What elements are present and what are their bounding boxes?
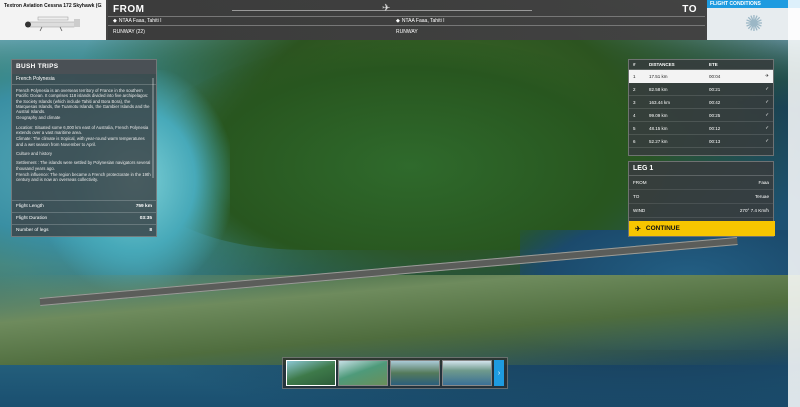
leg-row[interactable]: 3 163.44 km 00:42 ✓: [629, 96, 773, 109]
trip-description[interactable]: French Polynesia is an overseas territor…: [12, 85, 156, 196]
route-plane-icon: ✈: [382, 3, 391, 14]
trip-subtitle: French Polynesia: [12, 74, 156, 85]
scenery-shore: [0, 275, 800, 365]
continue-button[interactable]: ✈ CONTINUE: [629, 221, 775, 236]
leg-row[interactable]: 2 82.58 km 00:21 ✓: [629, 83, 773, 96]
trip-paragraph: French Polynesia is an overseas territor…: [16, 88, 150, 115]
screenshot-carousel: ›: [282, 357, 508, 389]
airport-row: ◆ NTAA Faaa, Tahiti I ◆ NTAA Faaa, Tahiti …: [108, 16, 705, 26]
check-icon: ✓: [765, 138, 769, 143]
trip-paragraph: Location: Situated some 6,000 km east of…: [16, 124, 149, 136]
trip-stats: Flight Length 759 km Flight Duration 03:…: [12, 200, 156, 236]
leg-from-row: FROM Faaa: [629, 176, 773, 190]
carousel-thumbnail[interactable]: [286, 360, 336, 386]
aircraft-icon: [25, 16, 80, 32]
flight-conditions-button[interactable]: FLIGHT CONDITIONS ✺: [705, 0, 800, 40]
from-airport[interactable]: ◆ NTAA Faaa, Tahiti I: [113, 18, 161, 24]
carousel-thumbnail[interactable]: [442, 360, 492, 386]
stat-flight-duration: Flight Duration 03:35: [12, 212, 156, 224]
leg-to-row: TO Teruae: [629, 190, 773, 204]
plane-icon: ✈: [765, 73, 769, 78]
description-scrollbar[interactable]: [152, 78, 154, 178]
aircraft-selector[interactable]: Textron Aviation Cessna 172 Skyhawk (G1: [0, 0, 108, 40]
leg-title: LEG 1: [629, 162, 773, 176]
runway-row: RUNWAY (22) RUNWAY: [108, 28, 705, 38]
legs-table-header: # DISTANCES ETE: [629, 60, 773, 70]
sun-icon: ✺: [744, 11, 764, 36]
flight-conditions-label: FLIGHT CONDITIONS: [707, 0, 800, 8]
check-icon: ✓: [765, 99, 769, 104]
trip-info-panel: BUSH TRIPS French Polynesia French Polyn…: [11, 59, 157, 237]
route-header: Textron Aviation Cessna 172 Skyhawk (G1 …: [0, 0, 800, 40]
leg-wind-row: WIND 270° 7.4 Km/h: [629, 204, 773, 218]
plane-icon: ✈: [635, 225, 641, 233]
leg-row[interactable]: 6 52.27 km 00:13 ✓: [629, 135, 773, 148]
legs-table: # DISTANCES ETE 1 17.51 km 00:04 ✈ 2 82.…: [628, 59, 774, 156]
leg-row[interactable]: 1 17.51 km 00:04 ✈: [629, 70, 773, 83]
check-icon: ✓: [765, 112, 769, 117]
trip-paragraph: Settlement : The islands were settled by…: [16, 160, 151, 171]
airport-diamond-icon: ◆: [396, 18, 400, 24]
carousel-thumbnail[interactable]: [338, 360, 388, 386]
trip-paragraph: Climate: The climate is tropical, with y…: [16, 136, 145, 147]
stat-flight-length: Flight Length 759 km: [12, 200, 156, 212]
trip-paragraph: Culture and history: [16, 150, 53, 156]
route-panel: FROM ✈ TO ◆ NTAA Faaa, Tahiti I ◆ NTAA Faa…: [108, 0, 705, 40]
trip-title: BUSH TRIPS: [12, 60, 156, 74]
from-title: FROM: [113, 4, 145, 15]
check-icon: ✓: [765, 125, 769, 130]
airport-diamond-icon: ◆: [113, 18, 117, 24]
trip-paragraph: Geography and climate: [16, 115, 61, 121]
stat-number-of-legs: Number of legs 8: [12, 224, 156, 236]
to-airport[interactable]: ◆ NTAA Faaa, Tahiti I: [396, 18, 444, 24]
chevron-right-icon[interactable]: ›: [494, 360, 504, 386]
leg-row[interactable]: 4 99.09 km 00:25 ✓: [629, 109, 773, 122]
from-runway[interactable]: RUNWAY (22): [113, 29, 145, 35]
carousel-thumbnail[interactable]: [390, 360, 440, 386]
aircraft-name: Textron Aviation Cessna 172 Skyhawk (G1: [4, 3, 102, 9]
check-icon: ✓: [765, 86, 769, 91]
to-title: TO: [682, 4, 697, 15]
to-runway[interactable]: RUNWAY: [396, 29, 418, 35]
leg-detail-panel: LEG 1 FROM Faaa TO Teruae WIND 270° 7.4 …: [628, 161, 775, 237]
leg-row[interactable]: 5 48.15 km 00:12 ✓: [629, 122, 773, 135]
window-scrollbar[interactable]: [788, 0, 800, 407]
trip-paragraph: French influence: The region became a Fr…: [16, 171, 151, 183]
